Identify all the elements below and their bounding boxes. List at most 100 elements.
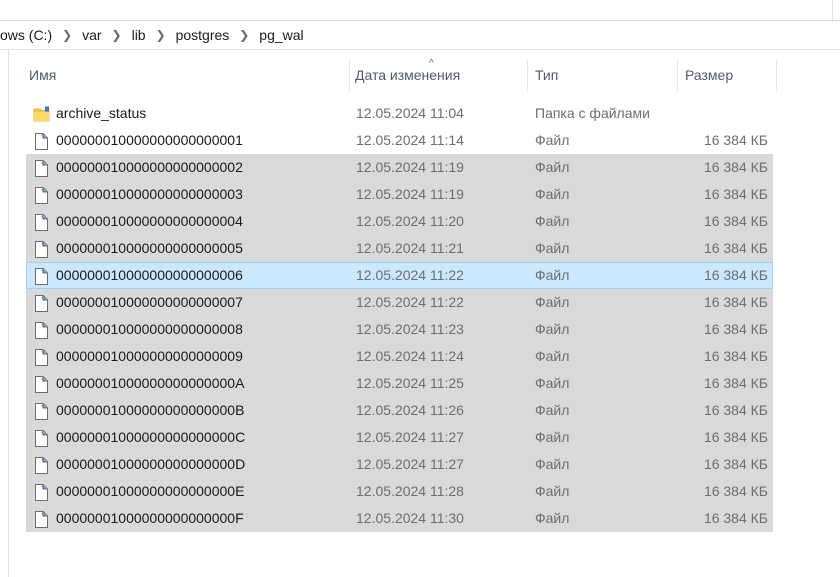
breadcrumb-drive[interactable]: ows (C:) [0,27,54,43]
file-icon [33,240,49,258]
pane-divider [832,0,833,20]
file-type: Файл [535,213,570,229]
file-name: 000000010000000000000008 [56,321,243,337]
file-name: 000000010000000000000007 [56,294,243,310]
chevron-right-icon[interactable]: ❯ [237,28,251,42]
file-type: Файл [535,483,570,499]
folder-icon [33,105,50,122]
file-icon [33,294,49,312]
column-header-size[interactable]: Размер [685,58,733,91]
file-date-modified: 12.05.2024 11:19 [356,159,464,175]
file-date-modified: 12.05.2024 11:21 [356,240,464,256]
file-size: 16 384 КБ [703,267,768,283]
file-name: 000000010000000000000003 [56,186,243,202]
file-date-modified: 12.05.2024 11:26 [356,402,464,418]
file-size: 16 384 КБ [703,456,768,472]
file-row[interactable]: 000000010000000000000001 12.05.2024 11:14… [26,127,773,154]
breadcrumb-var[interactable]: var [80,27,103,43]
file-row[interactable]: 000000010000000000000004 12.05.2024 11:20… [26,208,773,235]
file-type: Файл [535,267,570,283]
file-size: 16 384 КБ [703,240,768,256]
column-divider[interactable] [677,60,678,91]
file-row[interactable]: 000000010000000000000009 12.05.2024 11:24… [26,343,773,370]
column-divider[interactable] [349,60,350,91]
file-name: 000000010000000000000009 [56,348,243,364]
breadcrumb-lib[interactable]: lib [130,27,148,43]
file-size: 16 384 КБ [703,132,768,148]
file-size: 16 384 КБ [703,213,768,229]
file-row[interactable]: 00000001000000000000000F 12.05.2024 11:30… [26,505,773,532]
file-name: 00000001000000000000000A [56,375,245,391]
column-header-type[interactable]: Тип [535,58,558,91]
file-name: 00000001000000000000000F [56,510,244,526]
breadcrumb-pg-wal[interactable]: pg_wal [257,27,305,43]
file-row[interactable]: archive_status 12.05.2024 11:04 Папка с фа… [26,100,773,127]
chevron-right-icon[interactable]: ❯ [110,28,124,42]
file-name: 00000001000000000000000D [56,456,246,472]
file-type: Файл [535,159,570,175]
chevron-right-icon[interactable]: ❯ [154,28,168,42]
file-size: 16 384 КБ [703,510,768,526]
file-type: Файл [535,294,570,310]
file-icon [33,132,49,150]
file-row[interactable]: 000000010000000000000007 12.05.2024 11:22… [26,289,773,316]
file-row[interactable]: 000000010000000000000006 12.05.2024 11:22… [26,262,773,289]
file-name: 00000001000000000000000C [56,429,246,445]
file-name: archive_status [56,105,147,121]
file-icon [33,510,49,528]
address-bar[interactable]: ows (C:) ❯ var ❯ lib ❯ postgres ❯ pg_wal [0,21,840,50]
file-date-modified: 12.05.2024 11:19 [356,186,464,202]
file-size: 16 384 КБ [703,375,768,391]
file-row[interactable]: 000000010000000000000008 12.05.2024 11:23… [26,316,773,343]
file-type: Файл [535,132,570,148]
file-type: Файл [535,510,570,526]
file-name: 00000001000000000000000E [56,483,245,499]
file-type: Файл [535,456,570,472]
file-name: 000000010000000000000002 [56,159,243,175]
file-icon [33,456,49,474]
file-date-modified: 12.05.2024 11:22 [356,267,464,283]
file-row[interactable]: 000000010000000000000005 12.05.2024 11:21… [26,235,773,262]
file-name: 000000010000000000000004 [56,213,243,229]
breadcrumb-postgres[interactable]: postgres [174,27,232,43]
file-size: 16 384 КБ [703,348,768,364]
column-header-name[interactable]: Имя [29,58,56,91]
file-size: 16 384 КБ [703,321,768,337]
column-divider[interactable] [776,60,777,91]
file-row[interactable]: 00000001000000000000000E 12.05.2024 11:28… [26,478,773,505]
file-name: 000000010000000000000006 [56,267,243,283]
file-date-modified: 12.05.2024 11:24 [356,348,464,364]
file-row[interactable]: 00000001000000000000000C 12.05.2024 11:27… [26,424,773,451]
file-row[interactable]: 00000001000000000000000A 12.05.2024 11:25… [26,370,773,397]
file-icon [33,348,49,366]
column-header-row: Имя Дата изменения Тип Размер [26,58,777,91]
nav-pane-border [8,50,9,577]
chevron-right-icon[interactable]: ❯ [60,28,74,42]
file-type: Файл [535,240,570,256]
file-icon [33,213,49,231]
file-row[interactable]: 00000001000000000000000B 12.05.2024 11:26… [26,397,773,424]
file-type: Файл [535,429,570,445]
file-date-modified: 12.05.2024 11:14 [356,132,464,148]
file-size: 16 384 КБ [703,186,768,202]
file-type: Файл [535,348,570,364]
file-icon [33,483,49,501]
file-icon [33,429,49,447]
file-row[interactable]: 00000001000000000000000D 12.05.2024 11:27… [26,451,773,478]
file-row[interactable]: 000000010000000000000002 12.05.2024 11:19… [26,154,773,181]
file-row[interactable]: 000000010000000000000003 12.05.2024 11:19… [26,181,773,208]
file-icon [33,375,49,393]
file-icon [33,321,49,339]
file-date-modified: 12.05.2024 11:22 [356,294,464,310]
file-date-modified: 12.05.2024 11:27 [356,456,464,472]
column-divider[interactable] [527,60,528,91]
file-size: 16 384 КБ [703,429,768,445]
file-date-modified: 12.05.2024 11:20 [356,213,464,229]
file-type: Файл [535,186,570,202]
column-header-date[interactable]: Дата изменения [355,58,460,91]
file-date-modified: 12.05.2024 11:27 [356,429,464,445]
file-size: 16 384 КБ [703,294,768,310]
file-date-modified: 12.05.2024 11:04 [356,105,464,121]
file-size: 16 384 КБ [703,159,768,175]
file-size: 16 384 КБ [703,483,768,499]
